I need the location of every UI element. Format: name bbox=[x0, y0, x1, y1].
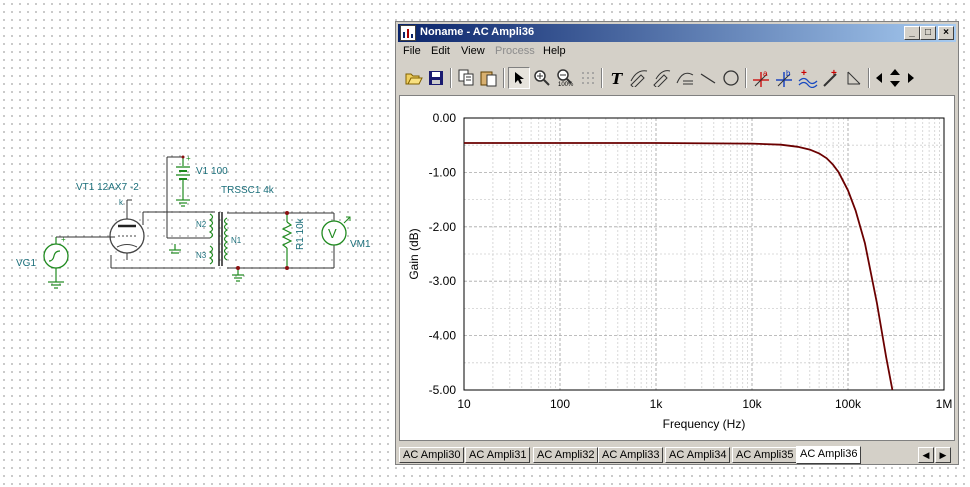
ground-icon bbox=[169, 244, 181, 254]
vt1-tube-icon[interactable]: k bbox=[109, 198, 145, 260]
minimize-button[interactable]: _ bbox=[904, 26, 920, 40]
svg-text:+: + bbox=[801, 68, 807, 79]
toolbar: 100% T a b + + bbox=[398, 64, 956, 92]
r1-label: R1 10k bbox=[295, 217, 306, 250]
tab-scroll-right-icon[interactable]: ▶ bbox=[935, 447, 951, 463]
save-icon[interactable] bbox=[425, 67, 447, 89]
tab-scroll-left-icon[interactable]: ◀ bbox=[918, 447, 934, 463]
circle-icon[interactable] bbox=[720, 67, 742, 89]
marker-icon[interactable]: + bbox=[797, 67, 819, 89]
r1-resistor-icon[interactable] bbox=[281, 213, 293, 268]
menu-edit[interactable]: Edit bbox=[431, 45, 450, 57]
close-button[interactable]: × bbox=[938, 26, 954, 40]
line-icon[interactable] bbox=[697, 67, 719, 89]
tab-ac-ampli35[interactable]: AC Ampli35 bbox=[732, 447, 798, 463]
tab-ac-ampli34[interactable]: AC Ampli34 bbox=[665, 447, 731, 463]
vg1-source-icon[interactable]: + bbox=[43, 235, 69, 289]
pen-2-icon[interactable] bbox=[651, 67, 673, 89]
tab-ac-ampli31[interactable]: AC Ampli31 bbox=[465, 447, 531, 463]
v1-label: V1 100 bbox=[196, 166, 228, 177]
y-tick-label: -4.00 bbox=[429, 329, 457, 343]
y-axis-label: Gain (dB) bbox=[407, 228, 421, 279]
y-tick-labels: 0.00 -1.00 -2.00 -3.00 -4.00 -5.00 bbox=[429, 111, 457, 397]
menu-process[interactable]: Process bbox=[495, 45, 535, 57]
window-title: Noname - AC Ampli36 bbox=[420, 26, 535, 38]
cursor-a-icon[interactable]: a bbox=[750, 67, 772, 89]
n1-label: N1 bbox=[231, 236, 242, 245]
x-tick-label: 1k bbox=[650, 397, 664, 411]
svg-text:V: V bbox=[328, 226, 337, 241]
probe-icon[interactable]: + bbox=[820, 67, 842, 89]
x-axis-label: Frequency (Hz) bbox=[663, 417, 746, 431]
pen-icon[interactable] bbox=[628, 67, 650, 89]
curve-icon[interactable] bbox=[674, 67, 696, 89]
y-tick-label: -1.00 bbox=[429, 165, 457, 179]
arrow-updown-icon[interactable] bbox=[886, 67, 904, 89]
triangle-icon[interactable] bbox=[843, 67, 865, 89]
analysis-window[interactable]: Noname - AC Ampli36 _ □ × File Edit View… bbox=[395, 21, 959, 465]
svg-text:b: b bbox=[786, 69, 791, 78]
y-tick-label: -5.00 bbox=[429, 383, 457, 397]
ground-icon bbox=[232, 274, 244, 282]
vm1-voltmeter-icon[interactable]: V bbox=[321, 213, 351, 268]
n2-label: N2 bbox=[196, 220, 207, 229]
text-icon[interactable]: T bbox=[606, 67, 628, 89]
app-icon[interactable] bbox=[400, 25, 416, 41]
arrow-left-icon[interactable] bbox=[872, 67, 886, 89]
v1-battery-icon[interactable]: + bbox=[166, 154, 191, 238]
x-tick-label: 1M bbox=[936, 397, 953, 411]
x-tick-label: 10k bbox=[742, 397, 762, 411]
paste-icon[interactable] bbox=[478, 67, 500, 89]
vt1-label: VT1 12AX7 -2 bbox=[76, 182, 139, 193]
tab-bar: AC Ampli30 AC Ampli31 AC Ampli32 AC Ampl… bbox=[399, 446, 955, 464]
svg-text:k: k bbox=[119, 198, 124, 207]
tab-ac-ampli30[interactable]: AC Ampli30 bbox=[399, 447, 465, 463]
plot-area[interactable]: 10 100 1k 10k 100k 1M 0.00 -1.00 -2.00 -3.00 -4.0… bbox=[399, 95, 955, 441]
n3-label: N3 bbox=[196, 251, 207, 260]
svg-text:a: a bbox=[763, 69, 768, 78]
copy-icon[interactable] bbox=[456, 67, 478, 89]
menu-help[interactable]: Help bbox=[543, 45, 566, 57]
title-bar[interactable]: Noname - AC Ampli36 _ □ × bbox=[398, 24, 956, 42]
open-icon[interactable] bbox=[403, 67, 425, 89]
minor-gridlines bbox=[464, 118, 944, 390]
x-tick-label: 100 bbox=[550, 397, 570, 411]
pointer-icon[interactable] bbox=[508, 67, 530, 89]
zoom-in-icon[interactable] bbox=[531, 67, 553, 89]
svg-text:100%: 100% bbox=[558, 82, 574, 87]
svg-text:+: + bbox=[186, 154, 191, 163]
gain-series-line bbox=[464, 142, 894, 391]
y-tick-label: -2.00 bbox=[429, 220, 457, 234]
vg1-label: VG1 bbox=[16, 258, 36, 269]
circuit-schematic[interactable]: VT1 12AX7 -2 V1 100 TRSSC1 4k VG1 VM1 R1… bbox=[0, 0, 395, 487]
trssc1-transformer-icon[interactable] bbox=[208, 212, 229, 266]
y-tick-label: -3.00 bbox=[429, 274, 457, 288]
menu-file[interactable]: File bbox=[403, 45, 421, 57]
svg-text:T: T bbox=[611, 70, 624, 86]
tab-ac-ampli33[interactable]: AC Ampli33 bbox=[598, 447, 664, 463]
vm1-label: VM1 bbox=[350, 239, 371, 250]
menu-view[interactable]: View bbox=[461, 45, 485, 57]
tab-ac-ampli32[interactable]: AC Ampli32 bbox=[533, 447, 599, 463]
x-tick-label: 100k bbox=[835, 397, 862, 411]
grid-icon[interactable] bbox=[577, 67, 599, 89]
maximize-button[interactable]: □ bbox=[920, 26, 936, 40]
svg-text:+: + bbox=[61, 235, 66, 244]
trssc1-label: TRSSC1 4k bbox=[221, 185, 275, 196]
y-tick-label: 0.00 bbox=[433, 111, 457, 125]
zoom-100-icon[interactable]: 100% bbox=[554, 67, 576, 89]
tab-ac-ampli36[interactable]: AC Ampli36 bbox=[796, 446, 862, 464]
x-tick-label: 10 bbox=[457, 397, 471, 411]
x-tick-labels: 10 100 1k 10k 100k 1M bbox=[457, 397, 952, 411]
arrow-right-icon[interactable] bbox=[904, 67, 918, 89]
gain-chart[interactable]: 10 100 1k 10k 100k 1M 0.00 -1.00 -2.00 -3.00 -4.0… bbox=[400, 96, 954, 440]
cursor-b-icon[interactable]: b bbox=[773, 67, 795, 89]
